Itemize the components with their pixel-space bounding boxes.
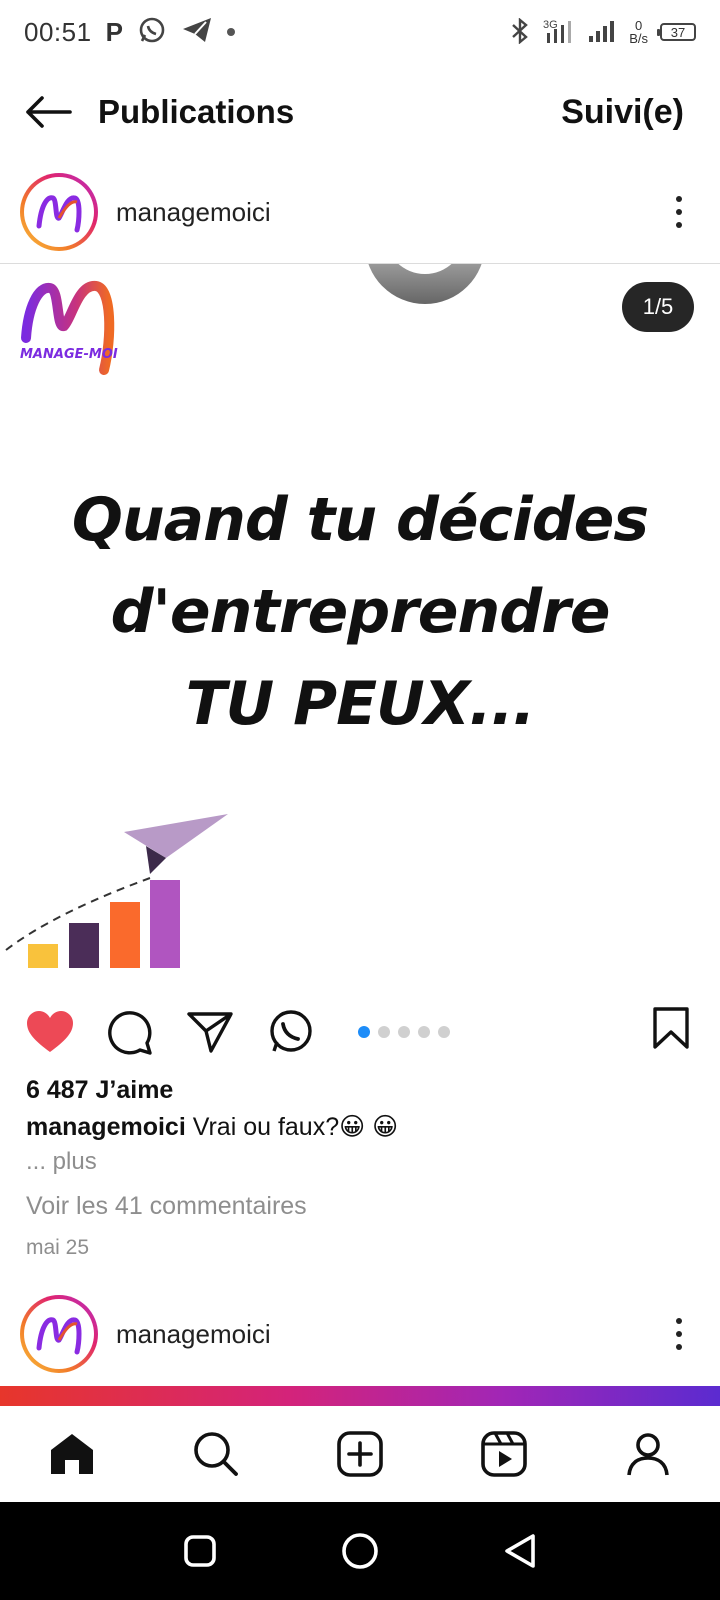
like-heart-icon[interactable]	[24, 1006, 76, 1058]
following-button[interactable]: Suivi(e)	[561, 93, 684, 132]
dot	[676, 1318, 682, 1324]
carousel-dot	[418, 1026, 430, 1038]
whatsapp-notification-icon	[137, 15, 167, 50]
back-arrow-icon[interactable]	[24, 88, 72, 136]
brand-logo: MANAGE-MOI	[18, 278, 128, 383]
post-username[interactable]: managemoici	[116, 197, 271, 228]
bluetooth-icon	[509, 16, 531, 47]
caption-more-link[interactable]: ... plus	[26, 1148, 97, 1176]
carousel-dot	[398, 1026, 410, 1038]
search-icon[interactable]	[186, 1424, 246, 1484]
page-title: Publications	[98, 93, 295, 130]
carousel-dot	[438, 1026, 450, 1038]
view-comments-link[interactable]: Voir les 41 commentaires	[26, 1192, 307, 1221]
growth-chart-illustration	[5, 814, 228, 968]
dot	[676, 222, 682, 228]
post-actions	[0, 1000, 720, 1064]
brand-logo-text: MANAGE-MOI	[20, 347, 118, 362]
next-post-image-preview[interactable]	[0, 1386, 720, 1406]
brand-avatar-logo-icon	[36, 195, 82, 233]
parking-notification-icon: P	[105, 16, 123, 47]
post-image[interactable]: MANAGE-MOI 1/5 Quand tu décides d'entrep…	[0, 264, 720, 984]
more-notifications-icon	[226, 28, 235, 36]
back-triangle-icon[interactable]	[490, 1521, 550, 1581]
profile-icon[interactable]	[618, 1424, 678, 1484]
carousel-indicator	[358, 1026, 450, 1038]
post-caption: managemoici Vrai ou faux?😀 😀	[26, 1112, 398, 1142]
net-speed: 0 B/s	[629, 19, 648, 45]
dot	[676, 1344, 682, 1350]
avatar[interactable]	[20, 173, 98, 251]
carousel-dot-active	[358, 1026, 370, 1038]
post-options-icon[interactable]	[676, 196, 682, 228]
whatsapp-share-icon[interactable]	[264, 1006, 316, 1058]
net-speed-unit: B/s	[629, 31, 648, 46]
headline-line-3: TU PEUX...	[185, 669, 536, 739]
signal-3g-icon: 3G	[543, 17, 575, 48]
android-nav-bar	[0, 1502, 720, 1600]
signal-bars-icon	[587, 18, 617, 47]
notification-icons: P	[106, 15, 235, 50]
next-post-header: managemoici	[0, 1286, 720, 1382]
home-circle-icon[interactable]	[330, 1521, 390, 1581]
headline-line-2: d'entreprendre	[110, 577, 611, 647]
caption-text: Vrai ou faux?😀 😀	[185, 1113, 399, 1141]
carousel-page-counter: 1/5	[622, 282, 694, 332]
avatar-inner	[24, 177, 94, 247]
share-send-icon[interactable]	[184, 1006, 236, 1058]
post-header: managemoici	[0, 164, 720, 260]
battery-icon: 37	[657, 23, 696, 41]
decorative-ring-graphic	[368, 264, 482, 304]
new-post-icon[interactable]	[330, 1424, 390, 1484]
dot	[676, 1331, 682, 1337]
brand-logo-icon: MANAGE-MOI	[20, 281, 118, 375]
reels-icon[interactable]	[474, 1424, 534, 1484]
home-icon[interactable]	[42, 1424, 102, 1484]
avatar[interactable]	[20, 1295, 98, 1373]
dot	[676, 196, 682, 202]
post-options-icon[interactable]	[676, 1318, 682, 1350]
status-bar: 00:51 P 3G 0 B/s 37	[0, 0, 720, 64]
brand-avatar-logo-icon	[36, 1317, 82, 1355]
post-username[interactable]: managemoici	[116, 1319, 271, 1350]
telegram-notification-icon	[181, 16, 213, 49]
recents-icon[interactable]	[170, 1521, 230, 1581]
bookmark-icon[interactable]	[652, 1006, 690, 1055]
post-date: mai 25	[26, 1236, 90, 1259]
caption-username[interactable]: managemoici	[26, 1113, 186, 1141]
post-headline: Quand tu décides d'entreprendre TU PEUX.…	[0, 474, 720, 750]
avatar-inner	[24, 1299, 94, 1369]
dot	[676, 209, 682, 215]
comment-icon[interactable]	[104, 1006, 156, 1058]
bottom-nav	[0, 1406, 720, 1502]
status-time: 00:51	[24, 16, 92, 47]
app-header: Publications Suivi(e)	[0, 64, 720, 160]
headline-line-1: Quand tu décides	[71, 485, 649, 555]
likes-count[interactable]: 6 487 J’aime	[26, 1076, 173, 1105]
carousel-dot	[378, 1026, 390, 1038]
status-right: 3G 0 B/s 37	[509, 16, 696, 48]
